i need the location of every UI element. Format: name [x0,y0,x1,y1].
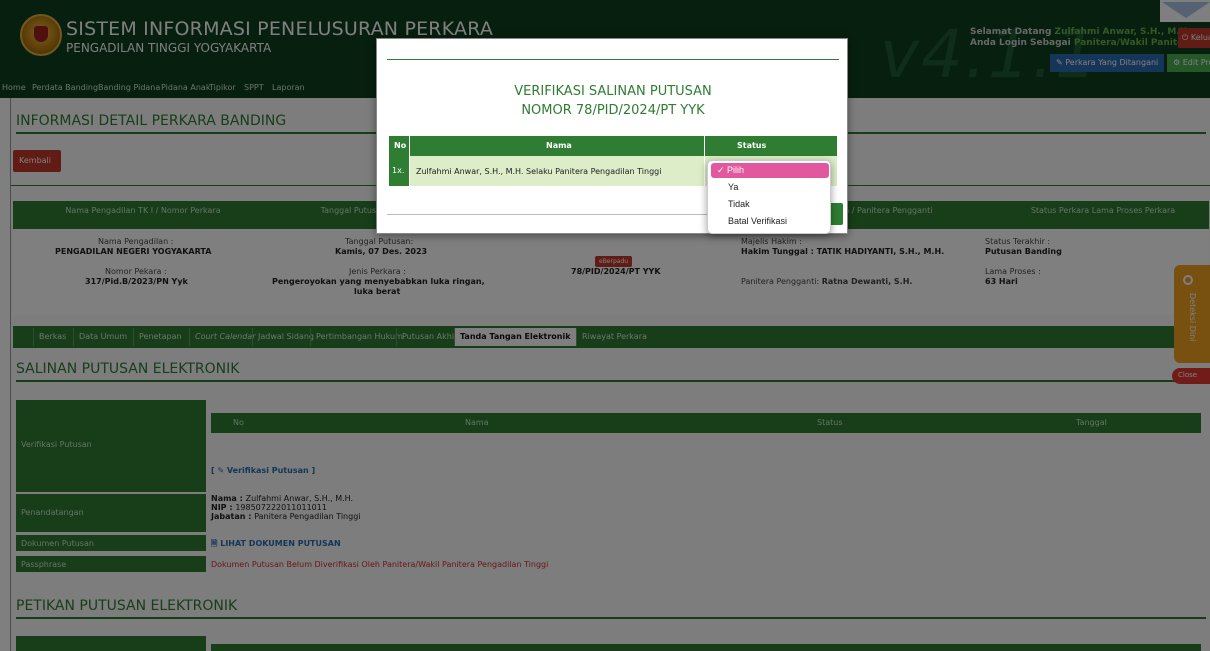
modal-top-divider [387,59,839,60]
option-batal-verifikasi[interactable]: Batal Verifikasi [711,214,829,229]
row-number: 1x. [389,156,409,186]
modal-submit-button[interactable] [829,203,843,225]
col-separator [704,136,705,186]
modal-col-status: Status [737,141,767,150]
modal-title-line-2: NOMOR 78/PID/2024/PT YYK [521,103,705,118]
modal-col-no: No [394,141,407,150]
option-pilih[interactable]: ✓ Pilih [711,163,829,178]
status-select-dropdown[interactable]: ✓ Pilih Ya Tidak Batal Verifikasi [707,160,831,234]
page: SISTEM INFORMASI PENELUSURAN PERKARA PEN… [0,0,1210,651]
option-tidak[interactable]: Tidak [711,197,829,212]
modal-title: VERIFIKASI SALINAN PUTUSAN NOMOR 78/PID/… [377,82,849,120]
row-name: Zulfahmi Anwar, S.H., M.H. Selaku Panite… [416,167,662,176]
option-ya[interactable]: Ya [711,180,829,195]
col-separator [409,136,410,186]
modal-col-nama: Nama [546,141,572,150]
verifikasi-table-header: No Nama Status [389,136,837,156]
modal-title-line-1: VERIFIKASI SALINAN PUTUSAN [514,84,712,99]
